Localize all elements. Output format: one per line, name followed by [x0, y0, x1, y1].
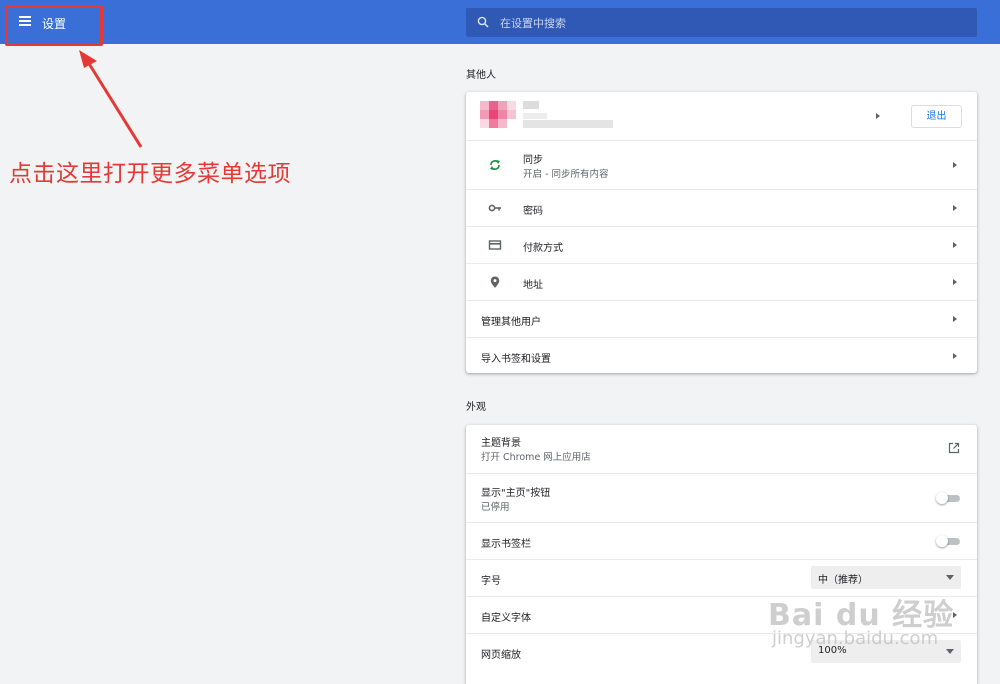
import-bookmarks-row[interactable]: 导入书签和设置: [466, 337, 977, 373]
dropdown-caret-icon: [946, 649, 954, 654]
addresses-label: 地址: [523, 280, 543, 291]
addresses-row[interactable]: 地址: [466, 263, 977, 300]
show-home-button-row: 显示"主页"按钮 已停用: [466, 473, 977, 522]
chevron-right-icon: [953, 162, 957, 168]
show-bookmarks-bar-label: 显示书签栏: [481, 539, 531, 550]
manage-other-people-label: 管理其他用户: [481, 317, 541, 328]
import-bookmarks-label: 导入书签和设置: [481, 354, 551, 365]
credit-card-icon: [488, 240, 502, 250]
theme-label: 主题背景: [481, 438, 521, 449]
blurred-user-email-line: [523, 113, 547, 119]
chevron-right-icon[interactable]: [876, 113, 880, 119]
passwords-label: 密码: [523, 206, 543, 217]
show-bookmarks-bar-row: 显示书签栏: [466, 522, 977, 559]
watermark-url: jingyan.baidu.com: [772, 628, 939, 649]
key-icon: [488, 204, 501, 212]
sync-sublabel: 开启 - 同步所有内容: [523, 169, 609, 180]
customize-fonts-label: 自定义字体: [481, 613, 531, 624]
location-pin-icon: [490, 276, 500, 288]
payment-methods-row[interactable]: 付款方式: [466, 226, 977, 263]
font-size-value: 中（推荐）: [818, 575, 868, 586]
font-size-label: 字号: [481, 576, 501, 587]
font-size-select[interactable]: 中（推荐）: [811, 566, 961, 589]
show-home-button-label: 显示"主页"按钮: [481, 488, 551, 499]
section-title-appearance: 外观: [466, 402, 486, 413]
people-card: 退出 同步 开启 - 同步所有内容 密码 付款方式 地址 管理其他用户 导入书签…: [466, 92, 977, 373]
payment-methods-label: 付款方式: [523, 243, 563, 254]
sync-label: 同步: [523, 155, 543, 166]
page-zoom-label: 网页缩放: [481, 650, 521, 661]
signout-button[interactable]: 退出: [911, 105, 962, 128]
blurred-user-email: [523, 120, 613, 128]
show-bookmarks-bar-toggle[interactable]: [936, 535, 960, 547]
baidu-watermark: Bai du 经验 jingyan.baidu.com: [768, 590, 954, 649]
section-title-people: 其他人: [466, 70, 496, 81]
chevron-right-icon: [953, 205, 957, 211]
manage-other-people-row[interactable]: 管理其他用户: [466, 300, 977, 337]
chevron-right-icon: [953, 242, 957, 248]
sync-icon: [490, 160, 500, 170]
search-input[interactable]: 在设置中搜索: [466, 8, 977, 37]
show-home-button-toggle[interactable]: [936, 492, 960, 504]
chevron-right-icon: [953, 279, 957, 285]
sync-row[interactable]: 同步 开启 - 同步所有内容: [466, 140, 977, 189]
dropdown-caret-icon: [946, 575, 954, 580]
avatar: [480, 101, 516, 131]
theme-row[interactable]: 主题背景 打开 Chrome 网上应用店: [466, 425, 977, 473]
annotation-text: 点击这里打开更多菜单选项: [9, 161, 291, 187]
theme-sublabel: 打开 Chrome 网上应用店: [481, 452, 591, 463]
blurred-user-name: [523, 101, 539, 109]
chevron-right-icon: [953, 353, 957, 359]
external-link-icon[interactable]: [948, 442, 960, 454]
annotation-arrow: [79, 50, 143, 148]
profile-row[interactable]: 退出: [466, 92, 977, 140]
show-home-button-sublabel: 已停用: [481, 502, 510, 513]
search-icon: [477, 16, 489, 28]
search-placeholder: 在设置中搜索: [500, 17, 566, 30]
chevron-right-icon: [953, 316, 957, 322]
passwords-row[interactable]: 密码: [466, 189, 977, 226]
